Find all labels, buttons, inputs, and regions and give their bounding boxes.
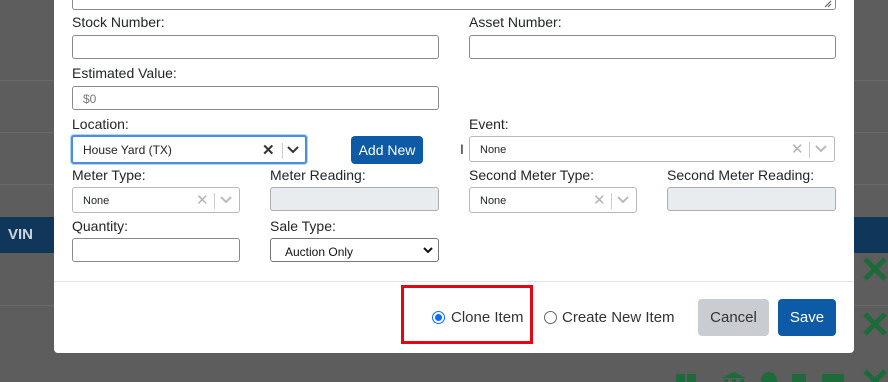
clipboard-icon[interactable] — [790, 366, 808, 382]
chevron-down-icon[interactable] — [220, 196, 232, 204]
second-meter-type-select[interactable]: None ✕ — [469, 187, 637, 213]
select-separator — [611, 193, 612, 209]
location-value: House Yard (TX) — [83, 143, 172, 157]
tools-icon[interactable] — [862, 256, 888, 286]
quantity-input[interactable] — [72, 238, 240, 262]
resize-grip-icon[interactable] — [824, 0, 832, 8]
select-separator — [214, 193, 215, 209]
event-select[interactable]: None ✕ — [469, 136, 835, 162]
clear-icon[interactable]: ✕ — [593, 191, 606, 209]
location-select[interactable]: House Yard (TX) ✕ — [71, 135, 307, 164]
second-meter-reading-label: Second Meter Reading: — [667, 167, 815, 183]
second-meter-type-label: Second Meter Type: — [469, 167, 595, 183]
select-separator — [809, 142, 810, 158]
clear-icon[interactable]: ✕ — [791, 140, 804, 158]
asset-number-label: Asset Number: — [469, 14, 562, 30]
cancel-button[interactable]: Cancel — [698, 299, 769, 336]
save-button[interactable]: Save — [778, 299, 836, 336]
asset-number-input[interactable] — [469, 35, 836, 59]
event-value: None — [480, 144, 507, 156]
meter-reading-input[interactable] — [270, 187, 439, 211]
meter-type-select[interactable]: None ✕ — [72, 187, 240, 213]
text-cursor-icon: I — [460, 141, 464, 157]
sale-type-select[interactable]: Auction Only — [270, 238, 439, 262]
estimated-value-label: Estimated Value: — [72, 65, 177, 81]
create-new-item-radio[interactable] — [544, 311, 557, 324]
tools-icon[interactable] — [862, 311, 888, 341]
clear-icon[interactable]: ✕ — [196, 191, 209, 209]
quantity-label: Quantity: — [72, 218, 129, 234]
meter-type-label: Meter Type: — [72, 167, 146, 183]
chevron-down-icon[interactable] — [287, 146, 299, 154]
estimated-value-input[interactable]: $0 — [72, 86, 439, 110]
chevron-down-icon[interactable] — [815, 145, 827, 153]
location-label: Location: — [72, 116, 129, 132]
meter-reading-label: Meter Reading: — [270, 167, 366, 183]
event-label: Event: — [469, 116, 509, 132]
book-icon[interactable] — [676, 366, 696, 382]
select-separator — [282, 143, 283, 159]
tools-icon[interactable] — [862, 364, 888, 382]
clear-icon[interactable]: ✕ — [262, 141, 275, 159]
chevron-down-icon[interactable] — [617, 196, 629, 204]
bg-vin-header: VIN — [8, 226, 34, 243]
stock-number-input[interactable] — [72, 35, 439, 59]
notes-textarea[interactable] — [72, 0, 836, 10]
highlight-annotation — [401, 285, 533, 344]
list-icon[interactable] — [822, 366, 844, 382]
estimated-value-placeholder: $0 — [83, 92, 97, 106]
bank-icon[interactable] — [722, 366, 746, 382]
sale-type-label: Sale Type: — [270, 218, 336, 234]
chevron-down-icon — [423, 247, 433, 254]
sale-type-value: Auction Only — [285, 245, 354, 259]
create-new-item-label[interactable]: Create New Item — [562, 309, 675, 326]
stock-number-label: Stock Number: — [72, 14, 165, 30]
add-new-button[interactable]: Add New — [351, 136, 423, 164]
second-meter-reading-input[interactable] — [667, 187, 836, 211]
second-meter-type-value: None — [480, 195, 507, 207]
meter-type-value: None — [83, 195, 110, 207]
modal-footer-divider — [54, 281, 854, 282]
map-pin-icon[interactable] — [760, 366, 778, 382]
